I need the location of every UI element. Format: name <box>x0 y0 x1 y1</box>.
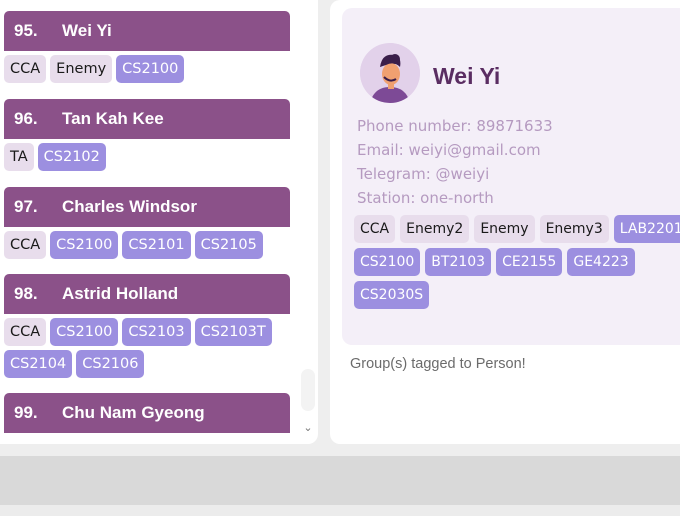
person-name: Chu Nam Gyeong <box>62 403 205 422</box>
person-card-header: 98. Astrid Holland <box>4 274 290 314</box>
person-card-header: 99. Chu Nam Gyeong <box>4 393 290 433</box>
person-card[interactable]: 97. Charles Windsor CCA CS2100 CS2101 CS2105 <box>4 187 290 259</box>
tag-badge: GE4223 <box>567 248 635 276</box>
tag-badge: CS2100 <box>50 231 119 259</box>
detail-tag-list: CCA Enemy2 Enemy Enemy3 LAB2201 CS2100 BT2103 C… <box>354 215 680 309</box>
tag-badge: CCA <box>4 55 47 83</box>
tag-badge: CS2104 <box>4 350 73 378</box>
person-index: 97. <box>14 197 38 216</box>
person-index: 98. <box>14 284 38 303</box>
person-tag-list: TA CS2102 <box>4 139 290 171</box>
person-detail-card: Wei Yi Phone number: 89871633 Email: wei… <box>342 8 680 345</box>
tag-badge: Enemy2 <box>400 215 470 243</box>
tag-badge: CCA <box>4 231 47 259</box>
tag-badge: CS2105 <box>194 231 263 259</box>
person-list-panel: 95. Wei Yi CCA Enemy CS2100 96. Tan Kah Kee TA C… <box>0 0 318 444</box>
tag-badge: CS2102 <box>37 143 106 171</box>
tag-badge: CS2103 <box>122 318 191 346</box>
tag-badge: CE2155 <box>496 248 563 276</box>
person-name: Astrid Holland <box>62 284 179 303</box>
person-card-header: 97. Charles Windsor <box>4 187 290 227</box>
person-index: 96. <box>14 109 38 128</box>
tag-badge: CS2103T <box>194 318 272 346</box>
detail-station: Station: one-north <box>357 189 494 207</box>
detail-panel: Wei Yi Phone number: 89871633 Email: wei… <box>330 0 680 444</box>
person-index: 95. <box>14 21 38 40</box>
chevron-down-icon[interactable]: ⌄ <box>301 421 315 435</box>
person-name: Wei Yi <box>62 21 112 40</box>
person-list[interactable]: 95. Wei Yi CCA Enemy CS2100 96. Tan Kah Kee TA C… <box>0 0 300 434</box>
person-index: 99. <box>14 403 38 422</box>
tag-badge: CS2100 <box>116 55 185 83</box>
person-name: Tan Kah Kee <box>62 109 164 128</box>
tag-badge: CCA <box>354 215 396 243</box>
person-card[interactable]: 95. Wei Yi CCA Enemy CS2100 <box>4 11 290 83</box>
tag-badge: CCA <box>4 318 47 346</box>
person-name: Charles Windsor <box>62 197 197 216</box>
detail-name: Wei Yi <box>433 63 501 89</box>
tag-badge: Enemy <box>474 215 535 243</box>
tag-badge: CS2101 <box>122 231 191 259</box>
tag-badge: CS2100 <box>50 318 119 346</box>
person-card-header: 95. Wei Yi <box>4 11 290 51</box>
scrollbar-thumb[interactable] <box>301 369 315 411</box>
detail-phone: Phone number: 89871633 <box>357 117 553 135</box>
person-card[interactable]: 99. Chu Nam Gyeong <box>4 393 290 433</box>
tag-badge: CS2030S <box>354 281 430 309</box>
tag-badge: CS2100 <box>354 248 421 276</box>
person-tag-list: CCA Enemy CS2100 <box>4 51 290 83</box>
tag-badge: BT2103 <box>425 248 492 276</box>
person-card[interactable]: 98. Astrid Holland CCA CS2100 CS2103 CS2103T C… <box>4 274 290 378</box>
detail-email: Email: weiyi@gmail.com <box>357 141 541 159</box>
person-card[interactable]: 96. Tan Kah Kee TA CS2102 <box>4 99 290 171</box>
tag-badge: Enemy3 <box>539 215 609 243</box>
tag-badge: LAB2201 <box>613 215 680 243</box>
tag-badge: TA <box>4 143 34 171</box>
person-card-header: 96. Tan Kah Kee <box>4 99 290 139</box>
person-tag-list: CCA CS2100 CS2103 CS2103T CS2104 CS2106 <box>4 314 290 378</box>
avatar <box>360 43 420 103</box>
tag-badge: Enemy <box>50 55 113 83</box>
detail-telegram: Telegram: @weiyi <box>357 165 490 183</box>
status-bar <box>0 505 680 516</box>
result-message: Group(s) tagged to Person! <box>350 356 526 372</box>
person-tag-list: CCA CS2100 CS2101 CS2105 <box>4 227 290 259</box>
tag-badge: CS2106 <box>76 350 145 378</box>
